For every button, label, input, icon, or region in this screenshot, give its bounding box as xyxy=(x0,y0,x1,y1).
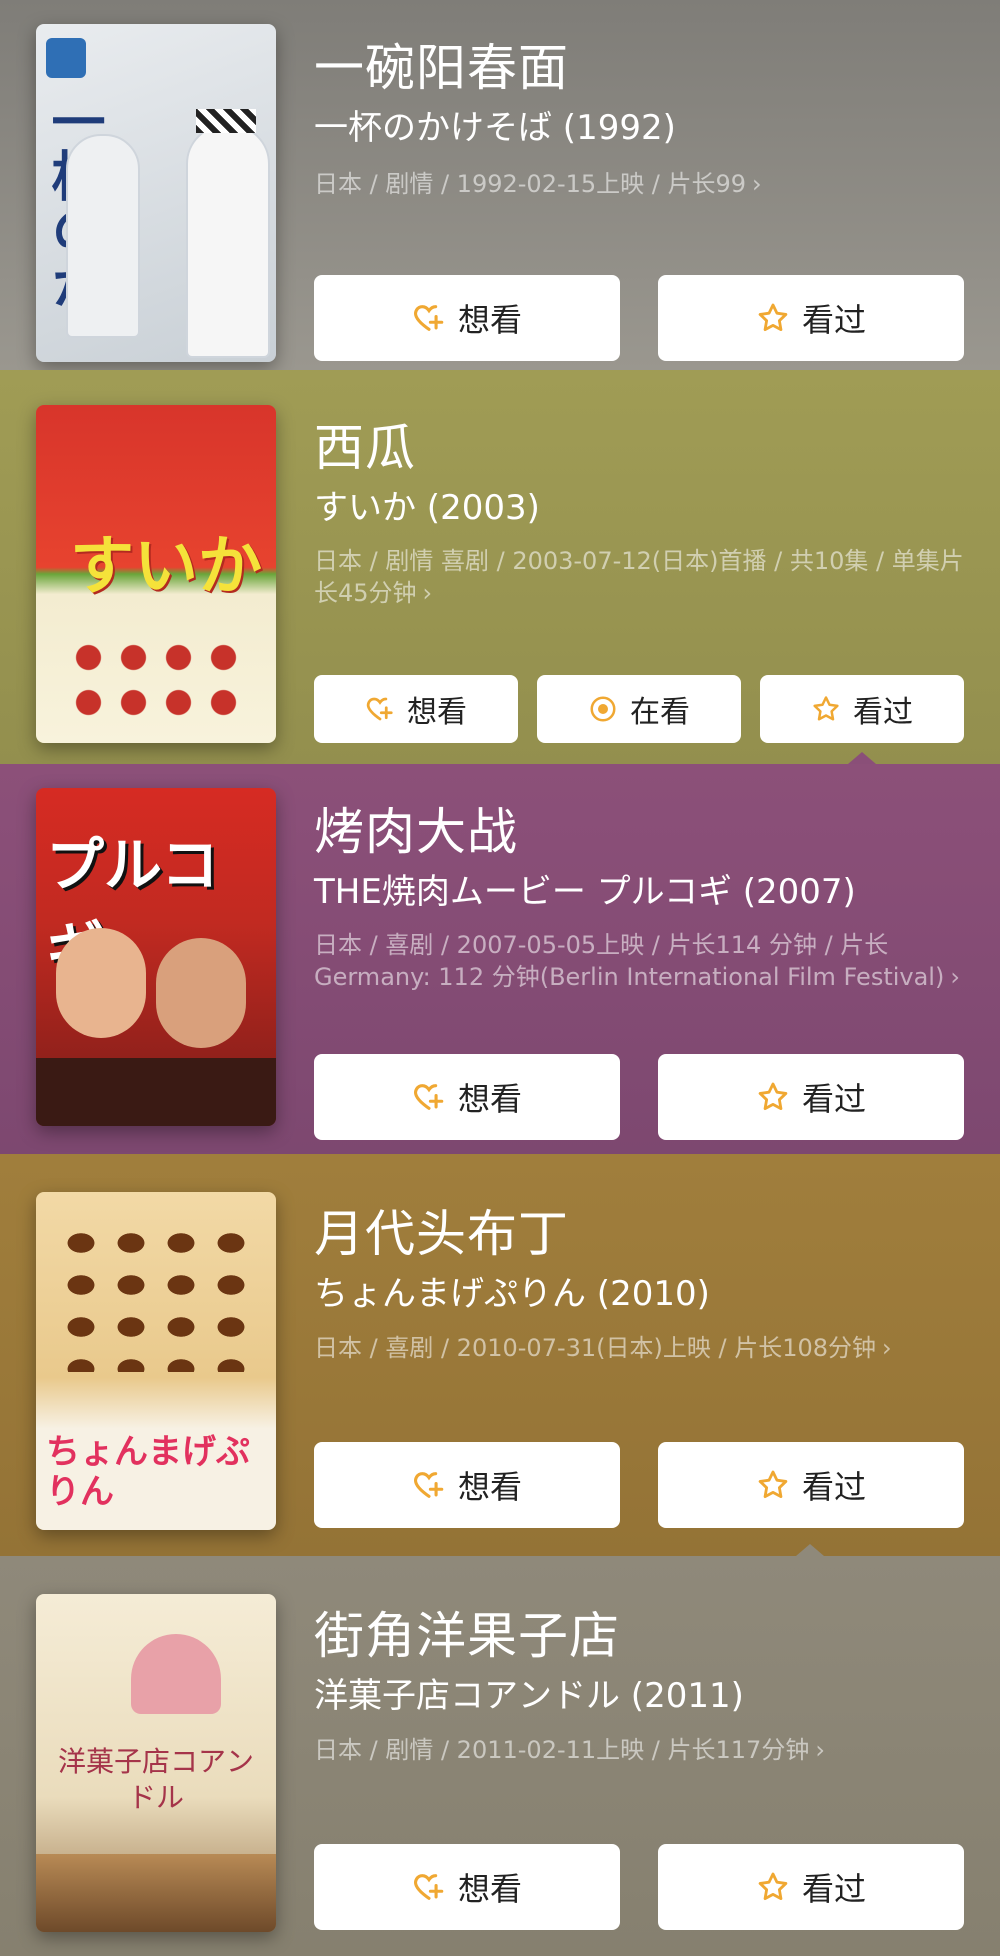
movie-title[interactable]: 一碗阳春面 xyxy=(314,28,569,100)
movie-subtitle: THE焼肉ムービー プルコギ (2007) xyxy=(314,872,856,912)
movie-poster[interactable]: ちょんまげぷりん xyxy=(36,1192,276,1530)
want-to-watch-button[interactable]: 想看 xyxy=(314,1054,620,1140)
poster-figure xyxy=(56,928,146,1038)
watched-label: 看过 xyxy=(801,1080,866,1118)
poster-title: 洋菓子店コアンドル xyxy=(57,1745,254,1814)
chevron-right-icon: › xyxy=(752,170,762,198)
movie-title[interactable]: 月代头布丁 xyxy=(314,1194,569,1266)
poster-figure xyxy=(156,938,246,1048)
poster-figure xyxy=(66,134,140,338)
movie-card[interactable]: 洋菓子店コアンドル 街角洋果子店 洋菓子店コアンドル (2011) 日本 / 剧… xyxy=(0,1556,1000,1956)
movie-card[interactable]: ちょんまげぷりん 月代头布丁 ちょんまげぷりん (2010) 日本 / 喜剧 /… xyxy=(0,1154,1000,1556)
want-to-watch-label: 想看 xyxy=(407,695,467,730)
watching-button[interactable]: 在看 xyxy=(537,675,741,743)
chevron-right-icon: › xyxy=(882,1334,892,1362)
movie-subtitle: 一杯のかけそば (1992) xyxy=(314,108,676,148)
chevron-right-icon: › xyxy=(815,1736,825,1764)
movie-title[interactable]: 街角洋果子店 xyxy=(314,1596,620,1668)
watched-label: 看过 xyxy=(801,1468,866,1506)
poster-detail xyxy=(36,1854,276,1932)
movie-meta[interactable]: 日本 / 喜剧 / 2007-05-05上映 / 片长114 分钟 / 片长 G… xyxy=(314,929,964,993)
star-icon xyxy=(813,696,839,721)
want-to-watch-button[interactable]: 想看 xyxy=(314,275,620,361)
poster-title: すいか xyxy=(70,530,262,604)
heart-plus-icon xyxy=(414,1874,444,1900)
pointer-notch xyxy=(796,1544,824,1556)
star-icon xyxy=(758,303,788,332)
movie-meta-text: 日本 / 剧情 喜剧 / 2003-07-12(日本)首播 / 共10集 / 单… xyxy=(314,547,964,607)
movie-meta-text: 日本 / 喜剧 / 2007-05-05上映 / 片长114 分钟 / 片长 G… xyxy=(314,931,945,991)
poster-title: ちょんまげぷりん xyxy=(46,1432,250,1512)
target-icon xyxy=(590,696,616,722)
watching-label: 在看 xyxy=(630,695,690,730)
pointer-notch xyxy=(848,752,876,764)
star-icon xyxy=(758,1082,788,1111)
watched-label: 看过 xyxy=(801,1870,866,1908)
want-to-watch-label: 想看 xyxy=(457,301,522,339)
movie-card[interactable]: すいか 西瓜 すいか (2003) 日本 / 剧情 喜剧 / 2003-07-1… xyxy=(0,370,1000,764)
watched-label: 看过 xyxy=(853,695,913,730)
poster-cake xyxy=(131,1634,221,1714)
poster-figure xyxy=(186,124,270,358)
heart-plus-icon xyxy=(414,305,444,331)
movie-meta-text: 日本 / 喜剧 / 2010-07-31(日本)上映 / 片长108分钟 xyxy=(314,1334,877,1362)
movie-title[interactable]: 烤肉大战 xyxy=(314,792,518,864)
watched-button[interactable]: 看过 xyxy=(658,1844,964,1930)
movie-meta[interactable]: 日本 / 剧情 / 2011-02-11上映 / 片长117分钟 › xyxy=(314,1734,964,1766)
want-to-watch-label: 想看 xyxy=(457,1870,522,1908)
movie-meta[interactable]: 日本 / 剧情 / 1992-02-15上映 / 片长99 › xyxy=(314,168,964,200)
heart-plus-icon xyxy=(366,697,393,721)
watched-button[interactable]: 看过 xyxy=(658,1442,964,1528)
want-to-watch-label: 想看 xyxy=(457,1080,522,1118)
movie-poster[interactable]: すいか xyxy=(36,405,276,743)
heart-plus-icon xyxy=(414,1472,444,1498)
poster-detail xyxy=(36,1058,276,1126)
movie-poster[interactable]: 一杯のかけそば xyxy=(36,24,276,362)
poster-detail xyxy=(196,109,256,133)
heart-plus-icon xyxy=(414,1084,444,1110)
poster-logo xyxy=(46,38,86,78)
movie-meta-text: 日本 / 剧情 / 2011-02-11上映 / 片长117分钟 xyxy=(314,1736,810,1764)
want-to-watch-button[interactable]: 想看 xyxy=(314,1844,620,1930)
chevron-right-icon: › xyxy=(422,579,433,607)
want-to-watch-button[interactable]: 想看 xyxy=(314,1442,620,1528)
movie-card[interactable]: プルコギ 烤肉大战 THE焼肉ムービー プルコギ (2007) 日本 / 喜剧 … xyxy=(0,764,1000,1154)
movie-meta[interactable]: 日本 / 剧情 喜剧 / 2003-07-12(日本)首播 / 共10集 / 单… xyxy=(314,545,964,609)
watched-button[interactable]: 看过 xyxy=(658,275,964,361)
star-icon xyxy=(758,1872,788,1901)
chevron-right-icon: › xyxy=(950,963,960,991)
watched-button[interactable]: 看过 xyxy=(658,1054,964,1140)
poster-puddings xyxy=(56,1222,256,1372)
movie-card[interactable]: 一杯のかけそば 一碗阳春面 一杯のかけそば (1992) 日本 / 剧情 / 1… xyxy=(0,0,1000,370)
movie-title[interactable]: 西瓜 xyxy=(314,408,416,480)
poster-faces xyxy=(66,635,246,725)
want-to-watch-button[interactable]: 想看 xyxy=(314,675,518,743)
movie-subtitle: ちょんまげぷりん (2010) xyxy=(314,1274,710,1314)
movie-subtitle: すいか (2003) xyxy=(314,488,540,528)
star-icon xyxy=(758,1470,788,1499)
watched-label: 看过 xyxy=(801,301,866,339)
movie-subtitle: 洋菓子店コアンドル (2011) xyxy=(314,1676,744,1716)
movie-poster[interactable]: 洋菓子店コアンドル xyxy=(36,1594,276,1932)
watched-button[interactable]: 看过 xyxy=(760,675,964,743)
want-to-watch-label: 想看 xyxy=(457,1468,522,1506)
movie-meta-text: 日本 / 剧情 / 1992-02-15上映 / 片长99 xyxy=(314,170,747,198)
movie-poster[interactable]: プルコギ xyxy=(36,788,276,1126)
movie-meta[interactable]: 日本 / 喜剧 / 2010-07-31(日本)上映 / 片长108分钟 › xyxy=(314,1332,964,1364)
